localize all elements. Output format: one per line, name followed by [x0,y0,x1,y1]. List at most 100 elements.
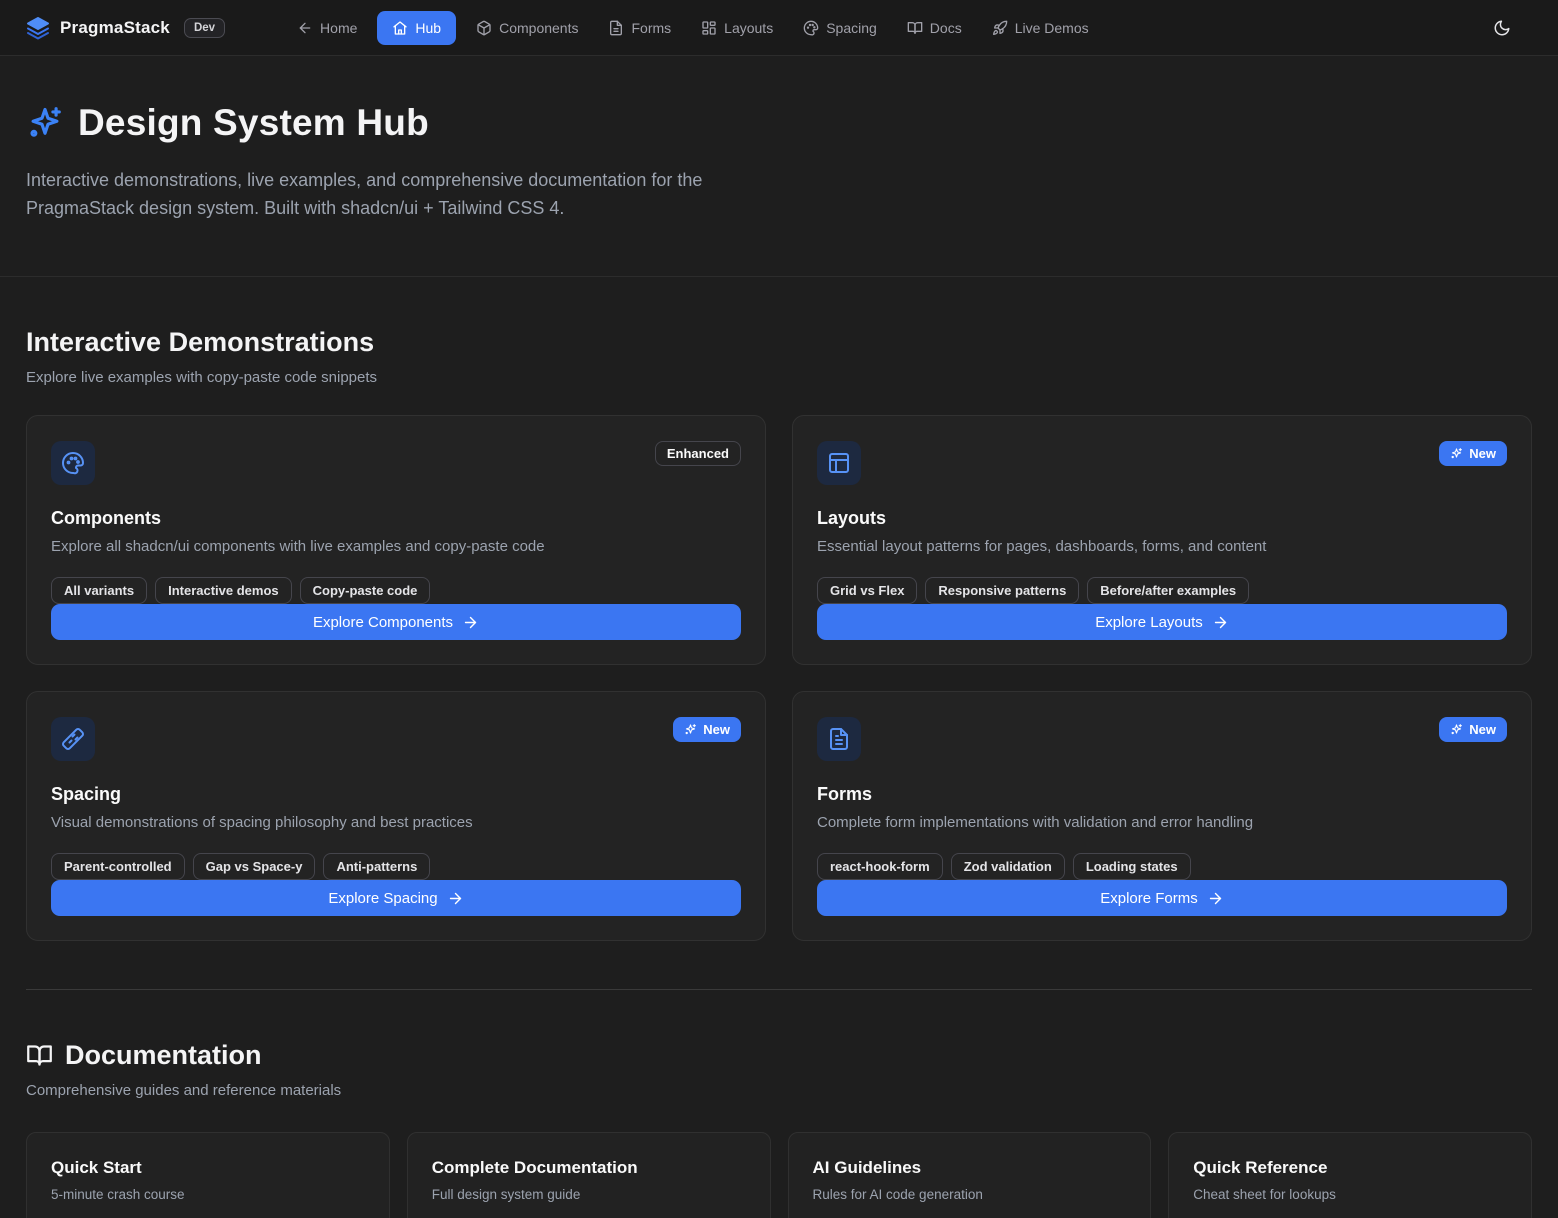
tag-row: All variants Interactive demos Copy-past… [51,577,741,604]
sparkles-icon [1450,447,1463,460]
nav-item-hub[interactable]: Hub [377,11,456,45]
theme-toggle-button[interactable] [1484,10,1520,46]
box-icon [476,20,492,36]
card-description: 5-minute crash course [51,1187,365,1202]
file-text-icon [817,717,861,761]
demos-subheading: Explore live examples with copy-paste co… [26,369,1532,386]
card-description: Explore all shadcn/ui components with li… [51,538,741,555]
explore-components-button[interactable]: Explore Components [51,604,741,640]
nav-item-docs[interactable]: Docs [897,12,972,44]
doc-card-quick-reference[interactable]: Quick Reference Cheat sheet for lookups [1168,1132,1532,1218]
demo-card-forms: New Forms Complete form implementations … [792,691,1532,941]
card-title: AI Guidelines [813,1158,1127,1178]
nav-item-forms[interactable]: Forms [598,12,681,44]
sparkles-icon [684,723,697,736]
tag-row: Grid vs Flex Responsive patterns Before/… [817,577,1507,604]
arrow-right-icon [447,890,464,907]
nav-menu: Home Hub Components Forms Layouts Spacin… [287,11,1099,45]
doc-card-grid: Quick Start 5-minute crash course Comple… [26,1132,1532,1218]
nav-item-label: Spacing [826,20,877,36]
arrow-right-icon [1207,890,1224,907]
home-icon [392,20,408,36]
docs-heading: Documentation [65,1040,262,1071]
nav-item-label: Layouts [724,20,773,36]
badge-label: New [703,722,730,737]
button-label: Explore Forms [1100,890,1198,907]
panels-top-left-icon [817,441,861,485]
demo-card-components: Enhanced Components Explore all shadcn/u… [26,415,766,665]
ruler-icon [51,717,95,761]
nav-item-spacing[interactable]: Spacing [793,12,887,44]
tag: Interactive demos [155,577,292,604]
card-description: Rules for AI code generation [813,1187,1127,1202]
nav-item-label: Hub [415,20,441,36]
sparkles-icon [26,104,64,142]
badge-label: New [1469,722,1496,737]
doc-card-ai-guidelines[interactable]: AI Guidelines Rules for AI code generati… [788,1132,1152,1218]
nav-item-label: Forms [631,20,671,36]
tag: Anti-patterns [323,853,430,880]
book-open-icon [907,20,923,36]
arrow-left-icon [297,20,313,36]
top-navbar: PragmaStack Dev Home Hub Components Form… [0,0,1558,56]
palette-icon [803,20,819,36]
demos-section: Interactive Demonstrations Explore live … [0,277,1558,941]
tag: All variants [51,577,147,604]
arrow-right-icon [462,614,479,631]
card-description: Cheat sheet for lookups [1193,1187,1507,1202]
page-title: Design System Hub [78,102,429,144]
demos-heading: Interactive Demonstrations [26,327,1532,358]
explore-layouts-button[interactable]: Explore Layouts [817,604,1507,640]
docs-subheading: Comprehensive guides and reference mater… [26,1082,1532,1099]
nav-item-label: Components [499,20,578,36]
nav-item-label: Docs [930,20,962,36]
moon-icon [1493,19,1511,37]
doc-card-quick-start[interactable]: Quick Start 5-minute crash course [26,1132,390,1218]
card-title: Spacing [51,784,741,805]
rocket-icon [992,20,1008,36]
tag: Copy-paste code [300,577,431,604]
docs-section: Documentation Comprehensive guides and r… [0,990,1558,1218]
tag: Zod validation [951,853,1065,880]
hero-section: Design System Hub Interactive demonstrat… [0,56,1558,277]
status-badge: Enhanced [655,441,741,466]
nav-item-live-demos[interactable]: Live Demos [982,12,1099,44]
arrow-right-icon [1212,614,1229,631]
tag-row: react-hook-form Zod validation Loading s… [817,853,1507,880]
new-badge: New [1439,441,1507,466]
brand[interactable]: PragmaStack Dev [26,16,225,40]
page: PragmaStack Dev Home Hub Components Form… [0,0,1558,1218]
palette-icon [51,441,95,485]
tag: Grid vs Flex [817,577,917,604]
book-open-icon [26,1042,53,1069]
tag: Before/after examples [1087,577,1249,604]
card-description: Complete form implementations with valid… [817,814,1507,831]
card-description: Essential layout patterns for pages, das… [817,538,1507,555]
card-title: Layouts [817,508,1507,529]
tag: Loading states [1073,853,1191,880]
nav-item-components[interactable]: Components [466,12,588,44]
card-description: Full design system guide [432,1187,746,1202]
file-text-icon [608,20,624,36]
new-badge: New [673,717,741,742]
button-label: Explore Layouts [1095,614,1203,631]
card-title: Components [51,508,741,529]
nav-item-home[interactable]: Home [287,12,367,44]
button-label: Explore Spacing [328,890,437,907]
card-title: Quick Start [51,1158,365,1178]
nav-item-layouts[interactable]: Layouts [691,12,783,44]
explore-forms-button[interactable]: Explore Forms [817,880,1507,916]
button-label: Explore Components [313,614,453,631]
card-description: Visual demonstrations of spacing philoso… [51,814,741,831]
tag: Responsive patterns [925,577,1079,604]
card-title: Quick Reference [1193,1158,1507,1178]
doc-card-complete-documentation[interactable]: Complete Documentation Full design syste… [407,1132,771,1218]
layers-logo-icon [26,16,50,40]
demo-card-layouts: New Layouts Essential layout patterns fo… [792,415,1532,665]
explore-spacing-button[interactable]: Explore Spacing [51,880,741,916]
nav-item-label: Home [320,20,357,36]
demo-card-grid: Enhanced Components Explore all shadcn/u… [26,415,1532,941]
sparkles-icon [1450,723,1463,736]
badge-label: New [1469,446,1496,461]
tag-row: Parent-controlled Gap vs Space-y Anti-pa… [51,853,741,880]
